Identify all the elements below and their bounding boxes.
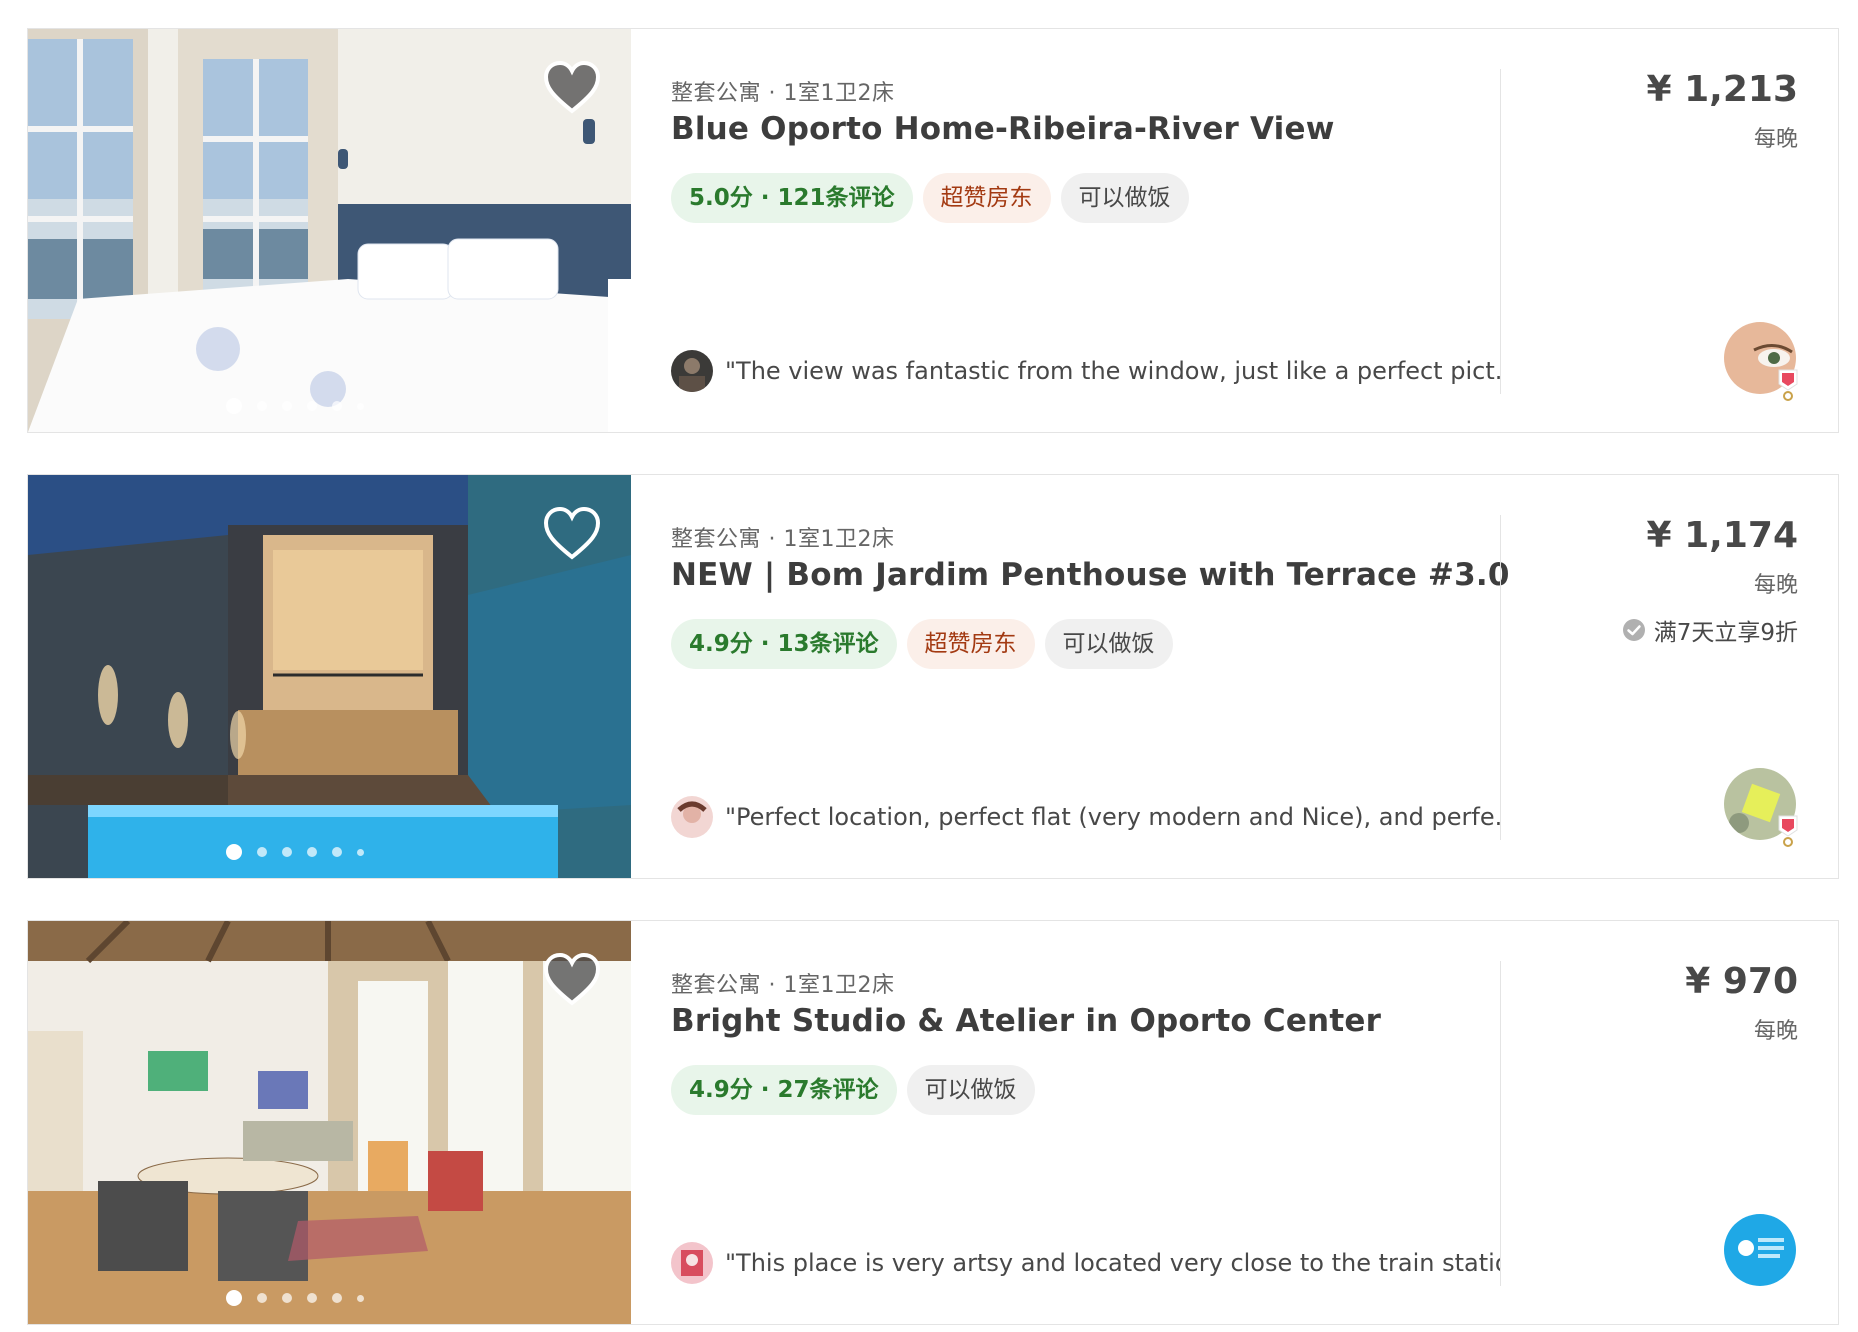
review-text: "The view was fantastic from the window,… [725,357,1501,385]
review-snippet[interactable]: "This place is very artsy and located ve… [671,1241,1501,1285]
carousel-dot[interactable] [356,848,364,856]
listing-info[interactable]: 整套公寓 · 1室1卫2床 Blue Oporto Home-Ribeira-R… [671,75,1491,395]
listing-title[interactable]: Blue Oporto Home-Ribeira-River View [671,111,1491,151]
listing-info[interactable]: 整套公寓 · 1室1卫2床 Bright Studio & Atelier in… [671,967,1491,1287]
carousel-dot[interactable] [256,847,267,857]
reviewer-avatar [671,1242,713,1284]
carousel-dot[interactable] [256,1293,267,1303]
review-text: "This place is very artsy and located ve… [725,1249,1501,1277]
per-night-label: 每晚 [1753,573,1798,598]
photo-carousel-dots[interactable] [28,396,631,416]
rating-tag: 4.9分 · 13条评论 [671,619,897,669]
listing-photo[interactable] [28,921,631,1324]
superhost-tag: 超赞房东 [922,173,1051,223]
listing-title[interactable]: NEW | Bom Jardim Penthouse with Terrace … [671,557,1509,597]
price-box: ¥ 970 每晚 [1498,961,1798,1045]
review-text: "Perfect location, perfect flat (very mo… [725,803,1501,831]
carousel-dot[interactable] [225,844,242,860]
per-night-label: 每晚 [1753,127,1798,152]
listing-meta: 整套公寓 · 1室1卫2床 [671,973,895,998]
rating-tag: 5.0分 · 121条评论 [671,173,913,223]
reviewer-avatar [671,350,713,392]
carousel-dot[interactable] [306,847,317,857]
carousel-dot[interactable] [225,398,242,414]
kitchen-tag: 可以做饭 [1044,619,1173,669]
per-night-label: 每晚 [1753,1019,1798,1044]
reviewer-avatar [671,796,713,838]
price: ¥ 1,213 [1646,69,1798,110]
carousel-dot[interactable] [281,1293,292,1303]
price-box: ¥ 1,213 每晚 [1498,69,1798,153]
rating-tag: 4.9分 · 27条评论 [671,1065,897,1115]
carousel-dot[interactable] [331,1293,342,1303]
listing-results: 整套公寓 · 1室1卫2床 Blue Oporto Home-Ribeira-R… [0,0,1858,1332]
favorite-heart-icon[interactable] [542,951,602,1007]
listing-card[interactable]: 整套公寓 · 1室1卫2床 Bright Studio & Atelier in… [27,920,1839,1325]
listing-card[interactable]: 整套公寓 · 1室1卫2床 Blue Oporto Home-Ribeira-R… [27,28,1839,433]
listing-tags: 4.9分 · 13条评论 超赞房东 可以做饭 [671,619,1491,669]
carousel-dot[interactable] [281,847,292,857]
listing-tags: 5.0分 · 121条评论 超赞房东 可以做饭 [671,173,1491,223]
listing-card[interactable]: 整套公寓 · 1室1卫2床 NEW | Bom Jardim Penthouse… [27,474,1839,879]
superhost-badge-icon [1778,815,1798,847]
price-box: ¥ 1,174 每晚 满7天立享9折 [1498,515,1798,647]
carousel-dot[interactable] [306,1293,317,1303]
photo-carousel-dots[interactable] [28,1288,631,1308]
price: ¥ 1,174 [1646,515,1798,556]
listing-tags: 4.9分 · 27条评论 可以做饭 [671,1065,1491,1115]
check-circle-icon [1622,619,1645,641]
carousel-dot[interactable] [356,402,364,410]
carousel-dot[interactable] [225,1290,242,1306]
price: ¥ 970 [1685,961,1798,1002]
carousel-dot[interactable] [331,847,342,857]
review-snippet[interactable]: "Perfect location, perfect flat (very mo… [671,795,1501,839]
listing-photo[interactable] [28,475,631,878]
listing-photo[interactable] [28,29,631,432]
kitchen-tag: 可以做饭 [906,1065,1035,1115]
host-avatar[interactable] [1724,1214,1800,1294]
review-snippet[interactable]: "The view was fantastic from the window,… [671,349,1501,393]
kitchen-tag: 可以做饭 [1060,173,1189,223]
carousel-dot[interactable] [356,1294,364,1302]
superhost-tag: 超赞房东 [906,619,1035,669]
listing-title[interactable]: Bright Studio & Atelier in Oporto Center [671,1003,1491,1043]
carousel-dot[interactable] [331,401,342,411]
superhost-badge-icon [1778,369,1798,401]
carousel-dot[interactable] [256,401,267,411]
host-avatar[interactable] [1724,322,1800,402]
listing-meta: 整套公寓 · 1室1卫2床 [671,527,895,552]
listing-info[interactable]: 整套公寓 · 1室1卫2床 NEW | Bom Jardim Penthouse… [671,521,1509,841]
favorite-heart-icon[interactable] [542,505,602,561]
favorite-heart-icon[interactable] [542,59,602,115]
discount-text: 满7天立享9折 [1653,620,1798,646]
listing-meta: 整套公寓 · 1室1卫2床 [671,81,895,106]
host-avatar[interactable] [1724,768,1800,848]
weekly-discount: 满7天立享9折 [1498,613,1798,647]
photo-carousel-dots[interactable] [28,842,631,862]
carousel-dot[interactable] [306,401,317,411]
carousel-dot[interactable] [281,401,292,411]
